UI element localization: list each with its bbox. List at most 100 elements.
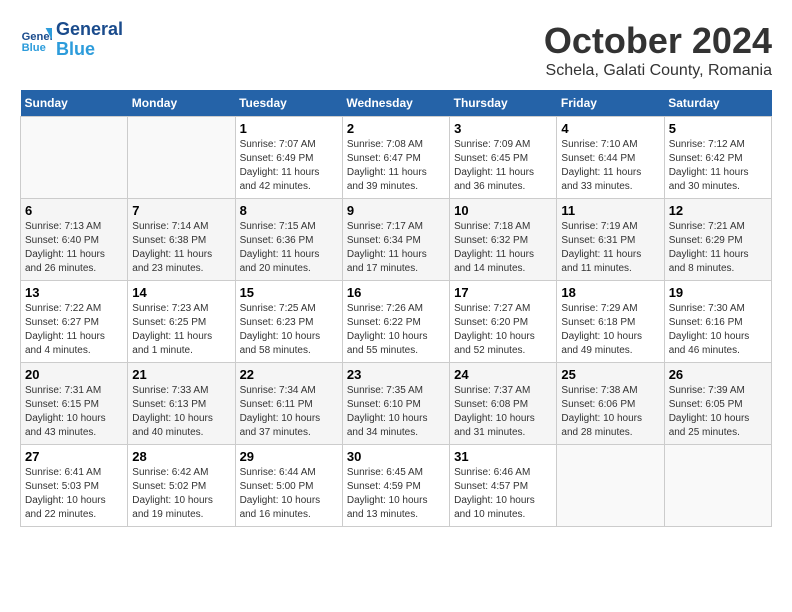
day-info: Sunrise: 7:37 AM Sunset: 6:08 PM Dayligh… — [454, 384, 552, 440]
logo-text: General Blue — [56, 20, 123, 60]
header-sunday: Sunday — [21, 90, 128, 117]
calendar-cell: 26 Sunrise: 7:39 AM Sunset: 6:05 PM Dayli… — [664, 363, 771, 445]
day-info: Sunrise: 7:31 AM Sunset: 6:15 PM Dayligh… — [25, 384, 123, 440]
header-thursday: Thursday — [450, 90, 557, 117]
svg-text:Blue: Blue — [22, 42, 46, 54]
day-number: 18 — [561, 285, 659, 300]
day-info: Sunrise: 7:14 AM Sunset: 6:38 PM Dayligh… — [132, 220, 230, 276]
calendar-cell: 22 Sunrise: 7:34 AM Sunset: 6:11 PM Dayli… — [235, 363, 342, 445]
week-row-1: 1Sunrise: 7:07 AM Sunset: 6:49 PM Daylig… — [21, 117, 772, 199]
header-monday: Monday — [128, 90, 235, 117]
day-number: 16 — [347, 285, 445, 300]
day-info: Sunrise: 7:25 AM Sunset: 6:23 PM Dayligh… — [240, 302, 338, 358]
day-info: Sunrise: 7:26 AM Sunset: 6:22 PM Dayligh… — [347, 302, 445, 358]
day-number: 27 — [25, 449, 123, 464]
day-number: 9 — [347, 203, 445, 218]
calendar-cell: 9 Sunrise: 7:17 AM Sunset: 6:34 PM Daylig… — [342, 199, 449, 281]
logo-line1: General — [56, 20, 123, 40]
day-number: 26 — [669, 367, 767, 382]
day-number: 14 — [132, 285, 230, 300]
header-wednesday: Wednesday — [342, 90, 449, 117]
day-number: 12 — [669, 203, 767, 218]
calendar-header-row: SundayMondayTuesdayWednesdayThursdayFrid… — [21, 90, 772, 117]
day-info: Sunrise: 7:17 AM Sunset: 6:34 PM Dayligh… — [347, 220, 445, 276]
calendar-cell: 8Sunrise: 7:15 AM Sunset: 6:36 PM Daylig… — [235, 199, 342, 281]
day-info: Sunrise: 7:07 AM Sunset: 6:49 PM Dayligh… — [240, 138, 338, 194]
calendar-cell — [128, 117, 235, 199]
logo-line2: Blue — [56, 40, 123, 60]
logo-icon: General Blue — [20, 24, 52, 56]
day-number: 13 — [25, 285, 123, 300]
calendar-cell — [21, 117, 128, 199]
day-info: Sunrise: 6:45 AM Sunset: 4:59 PM Dayligh… — [347, 466, 445, 522]
day-number: 25 — [561, 367, 659, 382]
calendar-cell: 24Sunrise: 7:37 AM Sunset: 6:08 PM Dayli… — [450, 363, 557, 445]
day-info: Sunrise: 7:35 AM Sunset: 6:10 PM Dayligh… — [347, 384, 445, 440]
day-number: 20 — [25, 367, 123, 382]
day-number: 11 — [561, 203, 659, 218]
day-info: Sunrise: 7:23 AM Sunset: 6:25 PM Dayligh… — [132, 302, 230, 358]
day-number: 15 — [240, 285, 338, 300]
calendar-cell: 31 Sunrise: 6:46 AM Sunset: 4:57 PM Dayli… — [450, 445, 557, 527]
day-number: 4 — [561, 121, 659, 136]
calendar-cell: 4 Sunrise: 7:10 AM Sunset: 6:44 PM Daylig… — [557, 117, 664, 199]
week-row-4: 20 Sunrise: 7:31 AM Sunset: 6:15 PM Dayli… — [21, 363, 772, 445]
location: Schela, Galati County, Romania — [544, 62, 772, 80]
day-number: 5 — [669, 121, 767, 136]
calendar-cell: 2Sunrise: 7:08 AM Sunset: 6:47 PM Daylig… — [342, 117, 449, 199]
day-info: Sunrise: 7:34 AM Sunset: 6:11 PM Dayligh… — [240, 384, 338, 440]
day-info: Sunrise: 7:18 AM Sunset: 6:32 PM Dayligh… — [454, 220, 552, 276]
calendar-cell: 28 Sunrise: 6:42 AM Sunset: 5:02 PM Dayli… — [128, 445, 235, 527]
calendar-cell: 29Sunrise: 6:44 AM Sunset: 5:00 PM Dayli… — [235, 445, 342, 527]
week-row-2: 6Sunrise: 7:13 AM Sunset: 6:40 PM Daylig… — [21, 199, 772, 281]
header-tuesday: Tuesday — [235, 90, 342, 117]
calendar-cell: 13Sunrise: 7:22 AM Sunset: 6:27 PM Dayli… — [21, 281, 128, 363]
calendar-cell: 12Sunrise: 7:21 AM Sunset: 6:29 PM Dayli… — [664, 199, 771, 281]
month-title: October 2024 — [544, 20, 772, 62]
calendar-cell: 18 Sunrise: 7:29 AM Sunset: 6:18 PM Dayli… — [557, 281, 664, 363]
day-info: Sunrise: 7:27 AM Sunset: 6:20 PM Dayligh… — [454, 302, 552, 358]
calendar-cell: 6Sunrise: 7:13 AM Sunset: 6:40 PM Daylig… — [21, 199, 128, 281]
calendar-cell — [557, 445, 664, 527]
day-info: Sunrise: 6:41 AM Sunset: 5:03 PM Dayligh… — [25, 466, 123, 522]
calendar-cell: 11 Sunrise: 7:19 AM Sunset: 6:31 PM Dayli… — [557, 199, 664, 281]
day-info: Sunrise: 7:30 AM Sunset: 6:16 PM Dayligh… — [669, 302, 767, 358]
logo: General Blue General Blue — [20, 20, 123, 60]
day-info: Sunrise: 7:13 AM Sunset: 6:40 PM Dayligh… — [25, 220, 123, 276]
day-info: Sunrise: 7:10 AM Sunset: 6:44 PM Dayligh… — [561, 138, 659, 194]
day-number: 30 — [347, 449, 445, 464]
day-info: Sunrise: 7:15 AM Sunset: 6:36 PM Dayligh… — [240, 220, 338, 276]
day-number: 23 — [347, 367, 445, 382]
svg-text:General: General — [22, 31, 52, 43]
calendar-cell: 14 Sunrise: 7:23 AM Sunset: 6:25 PM Dayli… — [128, 281, 235, 363]
day-info: Sunrise: 7:09 AM Sunset: 6:45 PM Dayligh… — [454, 138, 552, 194]
calendar-table: SundayMondayTuesdayWednesdayThursdayFrid… — [20, 90, 772, 527]
calendar-cell: 17Sunrise: 7:27 AM Sunset: 6:20 PM Dayli… — [450, 281, 557, 363]
calendar-cell: 5 Sunrise: 7:12 AM Sunset: 6:42 PM Daylig… — [664, 117, 771, 199]
day-info: Sunrise: 7:38 AM Sunset: 6:06 PM Dayligh… — [561, 384, 659, 440]
day-number: 3 — [454, 121, 552, 136]
day-number: 21 — [132, 367, 230, 382]
calendar-cell: 7Sunrise: 7:14 AM Sunset: 6:38 PM Daylig… — [128, 199, 235, 281]
calendar-cell: 10 Sunrise: 7:18 AM Sunset: 6:32 PM Dayli… — [450, 199, 557, 281]
day-number: 31 — [454, 449, 552, 464]
header-friday: Friday — [557, 90, 664, 117]
day-number: 10 — [454, 203, 552, 218]
day-info: Sunrise: 7:39 AM Sunset: 6:05 PM Dayligh… — [669, 384, 767, 440]
day-info: Sunrise: 6:42 AM Sunset: 5:02 PM Dayligh… — [132, 466, 230, 522]
calendar-cell: 15 Sunrise: 7:25 AM Sunset: 6:23 PM Dayli… — [235, 281, 342, 363]
day-info: Sunrise: 7:19 AM Sunset: 6:31 PM Dayligh… — [561, 220, 659, 276]
calendar-cell — [664, 445, 771, 527]
day-info: Sunrise: 7:29 AM Sunset: 6:18 PM Dayligh… — [561, 302, 659, 358]
day-number: 28 — [132, 449, 230, 464]
calendar-cell: 16 Sunrise: 7:26 AM Sunset: 6:22 PM Dayli… — [342, 281, 449, 363]
calendar-cell: 3 Sunrise: 7:09 AM Sunset: 6:45 PM Daylig… — [450, 117, 557, 199]
calendar-cell: 25 Sunrise: 7:38 AM Sunset: 6:06 PM Dayli… — [557, 363, 664, 445]
day-number: 22 — [240, 367, 338, 382]
day-info: Sunrise: 7:12 AM Sunset: 6:42 PM Dayligh… — [669, 138, 767, 194]
calendar-cell: 30 Sunrise: 6:45 AM Sunset: 4:59 PM Dayli… — [342, 445, 449, 527]
day-info: Sunrise: 6:46 AM Sunset: 4:57 PM Dayligh… — [454, 466, 552, 522]
calendar-cell: 1Sunrise: 7:07 AM Sunset: 6:49 PM Daylig… — [235, 117, 342, 199]
day-number: 29 — [240, 449, 338, 464]
week-row-3: 13Sunrise: 7:22 AM Sunset: 6:27 PM Dayli… — [21, 281, 772, 363]
